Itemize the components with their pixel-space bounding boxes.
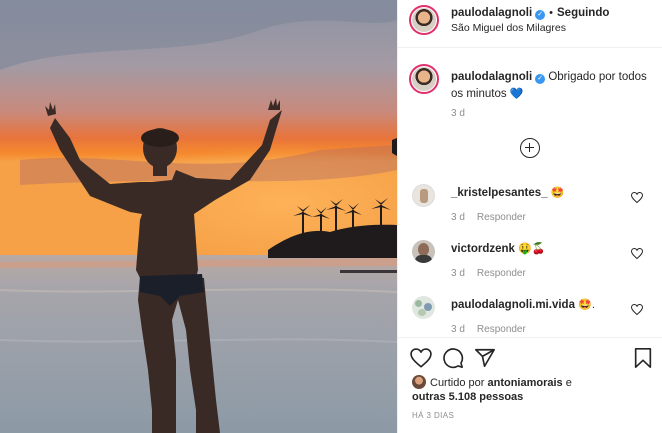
comment-item: _kristelpesantes_ 🤩 3 d Responder xyxy=(398,184,662,230)
author-username[interactable]: paulodalagnoli xyxy=(451,7,532,19)
verified-badge-icon: ✓ xyxy=(535,74,546,84)
comment-like-heart-icon[interactable] xyxy=(631,192,643,203)
following-button[interactable]: Seguindo xyxy=(557,7,609,19)
likes-prefix: Curtido por xyxy=(430,377,485,389)
post-header: paulodalagnoli ✓ • Seguindo São Miguel dos … xyxy=(398,0,662,48)
comment-timestamp[interactable]: 3 d xyxy=(451,212,465,223)
instagram-post: paulodalagnoli ✓ • Seguindo São Miguel dos … xyxy=(0,0,662,433)
post-photo[interactable] xyxy=(0,0,397,433)
comment-body: victordzenk 🤑🍒 xyxy=(451,242,546,256)
comment-meta: 3 d Responder xyxy=(451,324,538,335)
post-side-panel: paulodalagnoli ✓ • Seguindo São Miguel dos … xyxy=(397,0,662,433)
location-link[interactable]: São Miguel dos Milagres xyxy=(451,22,566,34)
comment-text: 🤩 xyxy=(550,187,565,199)
comment-text: 🤑🍒 xyxy=(518,243,546,255)
comment-timestamp[interactable]: 3 d xyxy=(451,324,465,335)
comment-item: paulodalagnoli.mi.vida 🤩. 3 d Responder xyxy=(398,296,662,342)
comment-like-heart-icon[interactable] xyxy=(631,304,643,315)
comment-meta: 3 d Responder xyxy=(451,212,538,223)
comment-body: paulodalagnoli.mi.vida 🤩. xyxy=(451,298,595,312)
commenter-avatar[interactable] xyxy=(412,184,435,207)
sunset-beach-image xyxy=(0,0,397,433)
commenter-username[interactable]: paulodalagnoli.mi.vida xyxy=(451,299,575,311)
comment-body: _kristelpesantes_ 🤩 xyxy=(451,186,564,200)
likes-joiner: e xyxy=(565,377,572,389)
comment-meta: 3 d Responder xyxy=(451,268,538,279)
like-heart-icon[interactable] xyxy=(410,347,432,369)
commenter-avatar[interactable] xyxy=(412,240,435,263)
verified-badge-icon: ✓ xyxy=(535,10,546,20)
reply-button[interactable]: Responder xyxy=(477,324,526,335)
comment-speech-bubble-icon[interactable] xyxy=(442,347,464,369)
blue-heart-emoji: 💙 xyxy=(509,88,524,100)
commenter-username[interactable]: _kristelpesantes_ xyxy=(451,187,548,199)
load-more-comments-plus-circle-icon[interactable] xyxy=(520,138,540,158)
commenter-avatar[interactable] xyxy=(412,296,435,319)
comment-item: victordzenk 🤑🍒 3 d Responder xyxy=(398,240,662,286)
comment-text: 🤩. xyxy=(578,299,595,311)
author-line: paulodalagnoli ✓ • Seguindo xyxy=(451,7,609,20)
separator-dot: • xyxy=(549,7,553,19)
caption-timestamp[interactable]: 3 d xyxy=(451,108,465,119)
reply-button[interactable]: Responder xyxy=(477,212,526,223)
author-avatar[interactable] xyxy=(409,5,439,35)
comment-like-heart-icon[interactable] xyxy=(631,248,643,259)
comment-timestamp[interactable]: 3 d xyxy=(451,268,465,279)
caption-author-username[interactable]: paulodalagnoli xyxy=(451,71,532,83)
caption-author-avatar[interactable] xyxy=(409,64,439,94)
liker-avatar[interactable] xyxy=(412,375,426,389)
share-paper-plane-icon[interactable] xyxy=(474,347,496,369)
commenter-username[interactable]: victordzenk xyxy=(451,243,515,255)
save-bookmark-icon[interactable] xyxy=(632,347,654,369)
caption-text-block: paulodalagnoli ✓ Obrigado por todos os mi… xyxy=(451,69,651,103)
post-date[interactable]: HÁ 3 DIAS xyxy=(412,411,454,420)
likes-count-link[interactable]: outras 5.108 pessoas xyxy=(412,391,523,403)
post-actions: Curtido por antoniamorais e outras 5.108… xyxy=(398,337,662,433)
reply-button[interactable]: Responder xyxy=(477,268,526,279)
liker-username[interactable]: antoniamorais xyxy=(487,377,562,389)
likes-summary: Curtido por antoniamorais e outras 5.108… xyxy=(412,375,572,404)
